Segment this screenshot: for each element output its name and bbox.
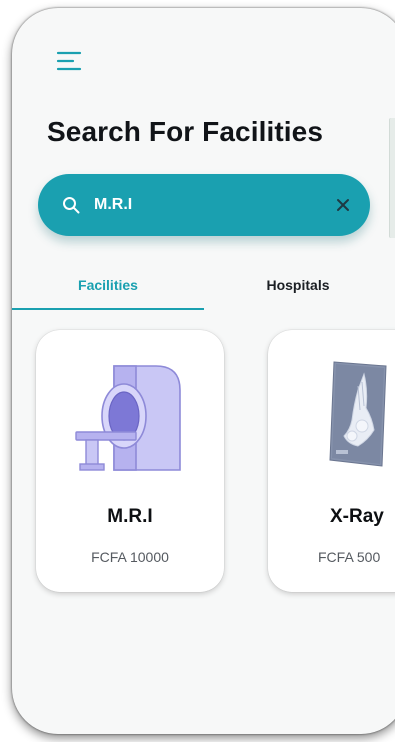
facility-card-mri[interactable]: M.R.I FCFA 10000 [36, 330, 224, 592]
xray-foot-illustration [328, 360, 392, 468]
facility-name: X-Ray [330, 506, 384, 527]
facility-price: FCFA 10000 [91, 549, 169, 565]
close-icon[interactable] [334, 196, 352, 214]
facility-card-xray[interactable]: X-Ray FCFA 500 [268, 330, 395, 592]
facility-price: FCFA 500 [318, 549, 381, 565]
facility-name: M.R.I [107, 506, 153, 527]
tab-active-indicator [12, 308, 204, 310]
tab-facilities[interactable]: Facilities [12, 270, 204, 310]
page-title: Search For Facilities [47, 116, 323, 147]
tab-bar: Facilities Hospitals [12, 270, 395, 312]
search-bar[interactable] [38, 174, 370, 236]
hamburger-menu-icon[interactable] [56, 50, 86, 76]
phone-screen: Search For Facilities Facilities Hospita… [12, 8, 395, 734]
tab-hospitals[interactable]: Hospitals [204, 270, 392, 310]
mri-scanner-illustration [74, 360, 186, 472]
search-input[interactable] [94, 191, 324, 219]
search-icon [62, 196, 80, 214]
offscreen-panel-edge [389, 118, 395, 238]
